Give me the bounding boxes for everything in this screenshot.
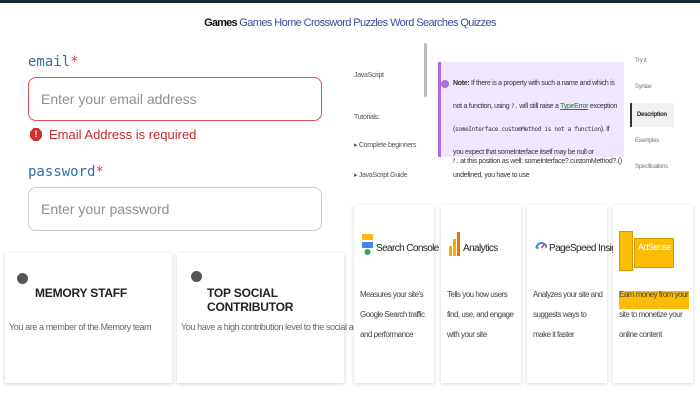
- badge-card-top-social-contributor: TOP SOCIAL CONTRIBUTOR You have a high c…: [177, 253, 377, 383]
- toc-item-description[interactable]: Description: [630, 103, 674, 127]
- analytics-icon: [449, 232, 460, 256]
- tool-card-adsense[interactable]: AdSense Earn money from your site to mon…: [613, 205, 693, 383]
- badge-icon: [17, 273, 28, 284]
- tool-description: Analyzes your site and suggests ways to …: [533, 290, 603, 339]
- badge-description: You are a member of the Memory team: [9, 322, 152, 332]
- nav-link-home[interactable]: Home: [274, 17, 302, 29]
- top-nav: Games Games Home Crossword Puzzles Word …: [0, 17, 700, 29]
- required-marker: *: [70, 54, 79, 70]
- note-callout: Note: If there is a property with such a…: [438, 62, 624, 179]
- tool-card-search-console[interactable]: Search Console Measures your site's Goog…: [354, 205, 439, 383]
- typeerror-link[interactable]: TypeError: [560, 103, 588, 110]
- nav-link-word-searches[interactable]: Word Searches: [390, 17, 458, 29]
- nav-link-quizzes[interactable]: Quizzes: [460, 17, 496, 29]
- badge-card-memory-staff: MEMORY STAFF You are a member of the Mem…: [5, 253, 172, 383]
- tool-description: Tells you how users find, use, and engag…: [447, 290, 514, 339]
- note-continuation: ?. at this position as well: someInterfa…: [452, 158, 622, 165]
- nav-link-games[interactable]: Games: [239, 17, 272, 29]
- tool-card-pagespeed[interactable]: PageSpeed Insights Analyzes your site an…: [527, 205, 628, 383]
- sidebar-item-javascript-guide[interactable]: ▸ JavaScript Guide: [354, 171, 408, 179]
- top-border: [0, 0, 700, 3]
- sidebar-heading-tutorials: Tutorials:: [354, 114, 380, 121]
- pagespeed-icon: [535, 242, 547, 249]
- scrollbar[interactable]: [424, 43, 427, 97]
- sidebar-item-javascript[interactable]: JavaScript: [354, 72, 384, 79]
- toc-item-try-it[interactable]: Try it: [630, 58, 674, 72]
- email-error-message: ! Email Address is required: [30, 127, 196, 142]
- search-console-icon: [362, 234, 373, 255]
- sidebar-item-complete-beginners[interactable]: ▸ Complete beginners: [354, 141, 416, 149]
- nav-link-crossword[interactable]: Crossword Puzzles: [304, 17, 389, 29]
- tool-description: Earn money from your site to monetize yo…: [619, 290, 689, 339]
- password-label: password*: [28, 164, 104, 180]
- note-prefix: Note:: [453, 80, 470, 87]
- tool-name: Analytics: [463, 243, 498, 254]
- email-error-text: Email Address is required: [49, 127, 197, 142]
- toc-item-examples[interactable]: Examples: [630, 138, 674, 152]
- password-field[interactable]: [28, 187, 322, 231]
- tool-name: Search Console: [376, 243, 439, 254]
- nav-brand[interactable]: Games: [204, 17, 237, 29]
- tool-description: Measures your site's Google Search traff…: [360, 290, 425, 339]
- email-field[interactable]: [28, 77, 322, 121]
- error-icon: !: [30, 128, 42, 141]
- adsense-icon: [619, 231, 633, 271]
- email-label: email*: [28, 54, 79, 70]
- tool-card-analytics[interactable]: Analytics Tells you how users find, use,…: [441, 205, 521, 383]
- required-marker: *: [95, 164, 104, 180]
- note-icon: [441, 80, 449, 88]
- badge-check-icon: [191, 271, 202, 282]
- toc-item-specifications[interactable]: Specifications: [630, 164, 674, 178]
- tool-name: AdSense: [634, 238, 674, 268]
- badge-description: You have a high contribution level to th…: [181, 322, 377, 332]
- toc-item-syntax[interactable]: Syntax: [630, 84, 674, 98]
- badge-title: TOP SOCIAL CONTRIBUTOR: [207, 286, 294, 314]
- badge-title: MEMORY STAFF: [35, 286, 128, 300]
